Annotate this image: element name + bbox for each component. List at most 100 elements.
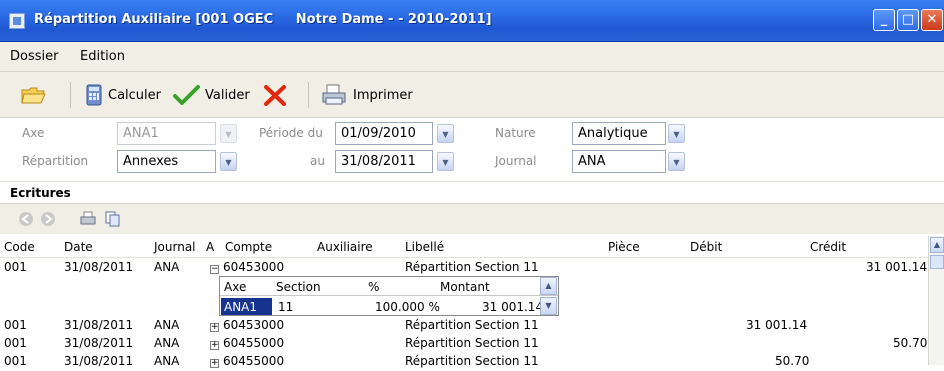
- annuler-button[interactable]: [262, 84, 288, 106]
- window-titlebar: Répartition Auxiliaire [001 OGEC Notre D…: [0, 0, 944, 42]
- row-compte: 60455000: [223, 354, 285, 368]
- repartition-label: Répartition: [22, 154, 89, 168]
- row-compte: 60453000: [223, 318, 285, 332]
- menu-edition[interactable]: Edition: [80, 49, 125, 64]
- col-date[interactable]: Date: [64, 240, 93, 254]
- row-libelle: Répartition Section 11: [405, 260, 539, 274]
- sub-row-section[interactable]: 11: [278, 300, 293, 314]
- row-date: 31/08/2011: [64, 354, 134, 368]
- ecritures-toolbar: [0, 204, 944, 234]
- row-date: 31/08/2011: [64, 318, 134, 332]
- journal-label: Journal: [495, 154, 537, 168]
- sub-col-section: Section: [276, 280, 321, 294]
- valider-button[interactable]: Valider: [172, 84, 250, 106]
- col-libelle[interactable]: Libellé: [405, 240, 444, 254]
- sub-col-pct: %: [368, 280, 380, 294]
- col-journal[interactable]: Journal: [154, 240, 196, 254]
- row-compte-cell: +60455000: [210, 354, 284, 368]
- collapse-icon[interactable]: −: [210, 265, 219, 274]
- col-compte[interactable]: Compte: [225, 240, 272, 254]
- table-row[interactable]: 001 31/08/2011 ANA −60453000 Répartition…: [0, 260, 928, 277]
- imprimer-button[interactable]: Imprimer: [320, 84, 413, 106]
- subtable-row[interactable]: ANA1 11 100.000 % 31 001.14 ▼: [220, 297, 558, 316]
- subtable-header: Axe Section % Montant ▲: [220, 277, 558, 296]
- row-libelle: Répartition Section 11: [405, 336, 539, 350]
- menu-bar: Dossier Edition: [0, 42, 944, 72]
- row-debit: 50.70: [775, 354, 810, 368]
- calculer-button[interactable]: Calculer: [85, 84, 161, 106]
- table-row[interactable]: 001 31/08/2011 ANA +60455000 Répartition…: [0, 336, 928, 353]
- axe-dropdown-icon: ▼: [220, 124, 237, 143]
- row-libelle: Répartition Section 11: [405, 318, 539, 332]
- print-icon[interactable]: [80, 211, 96, 227]
- menu-dossier[interactable]: Dossier: [10, 49, 58, 64]
- toolbar-separator: [308, 82, 309, 108]
- row-credit: 50.70: [893, 336, 928, 350]
- close-window-button[interactable]: ✕: [921, 9, 943, 31]
- row-compte-cell: +60455000: [210, 336, 284, 350]
- filter-panel: Axe ANA1 ▼ Répartition Annexes ▼ Période…: [0, 118, 944, 182]
- row-journal: ANA: [154, 336, 180, 350]
- table-row[interactable]: 001 31/08/2011 ANA +60453000 Répartition…: [0, 318, 928, 335]
- row-credit: 31 001.14: [866, 260, 928, 274]
- repartition-select[interactable]: Annexes: [117, 150, 216, 173]
- row-date: 31/08/2011: [64, 260, 134, 274]
- col-a[interactable]: A: [206, 240, 214, 254]
- subtable-scroll-down-icon[interactable]: ▼: [540, 297, 557, 315]
- repartition-dropdown-icon[interactable]: ▼: [220, 152, 237, 171]
- row-compte: 60453000: [223, 260, 285, 274]
- minimize-button[interactable]: _: [873, 9, 895, 31]
- periode-du-dropdown-icon[interactable]: ▼: [437, 124, 454, 143]
- periode-du-input[interactable]: 01/09/2010: [335, 122, 433, 145]
- row-compte-cell: +60453000: [210, 318, 284, 332]
- maximize-button[interactable]: □: [897, 9, 919, 31]
- subtable-scroll-up-icon[interactable]: ▲: [540, 277, 557, 295]
- sub-col-axe: Axe: [224, 280, 247, 294]
- copy-icon[interactable]: [105, 211, 121, 227]
- row-journal: ANA: [154, 318, 180, 332]
- nature-select[interactable]: Analytique: [572, 122, 666, 145]
- periode-au-dropdown-icon[interactable]: ▼: [437, 152, 454, 171]
- expand-icon[interactable]: +: [210, 359, 219, 368]
- sub-row-montant[interactable]: 31 001.14: [482, 300, 543, 314]
- calculer-label: Calculer: [108, 87, 161, 103]
- au-label: au: [310, 154, 325, 168]
- periode-au-input[interactable]: 31/08/2011: [335, 150, 433, 173]
- row-code: 001: [4, 260, 27, 274]
- col-auxiliaire[interactable]: Auxiliaire: [317, 240, 373, 254]
- periode-du-label: Période du: [259, 126, 323, 140]
- sub-row-pct[interactable]: 100.000 %: [375, 300, 440, 314]
- sub-row-axe[interactable]: ANA1: [224, 300, 257, 314]
- grid-vertical-scrollbar[interactable]: ▲: [928, 236, 944, 365]
- open-folder-button[interactable]: [20, 84, 46, 106]
- forward-icon[interactable]: [40, 211, 56, 227]
- row-date: 31/08/2011: [64, 336, 134, 350]
- back-icon[interactable]: [18, 211, 34, 227]
- checkmark-icon: [173, 85, 200, 105]
- scroll-thumb[interactable]: [930, 255, 944, 269]
- row-code: 001: [4, 318, 27, 332]
- col-code[interactable]: Code: [4, 240, 35, 254]
- row-compte: 60455000: [223, 336, 285, 350]
- toolbar-separator: [70, 82, 71, 108]
- row-compte-cell: −60453000: [210, 260, 284, 274]
- nature-dropdown-icon[interactable]: ▼: [668, 124, 685, 143]
- col-debit[interactable]: Débit: [690, 240, 722, 254]
- calculator-icon: [86, 84, 102, 106]
- imprimer-label: Imprimer: [353, 87, 413, 103]
- row-code: 001: [4, 354, 27, 368]
- col-credit[interactable]: Crédit: [810, 240, 846, 254]
- expand-icon[interactable]: +: [210, 323, 219, 332]
- table-row[interactable]: 001 31/08/2011 ANA +60455000 Répartition…: [0, 354, 928, 371]
- ecritures-title: Ecritures: [0, 183, 944, 204]
- nature-label: Nature: [495, 126, 536, 140]
- journal-dropdown-icon[interactable]: ▼: [668, 152, 685, 171]
- scroll-up-icon[interactable]: ▲: [930, 237, 944, 253]
- axe-label: Axe: [22, 126, 45, 140]
- valider-label: Valider: [205, 87, 250, 103]
- row-journal: ANA: [154, 260, 180, 274]
- journal-select[interactable]: ANA: [572, 150, 666, 173]
- window-title: Répartition Auxiliaire [001 OGEC Notre D…: [34, 12, 492, 27]
- col-piece[interactable]: Pièce: [608, 240, 640, 254]
- expand-icon[interactable]: +: [210, 341, 219, 350]
